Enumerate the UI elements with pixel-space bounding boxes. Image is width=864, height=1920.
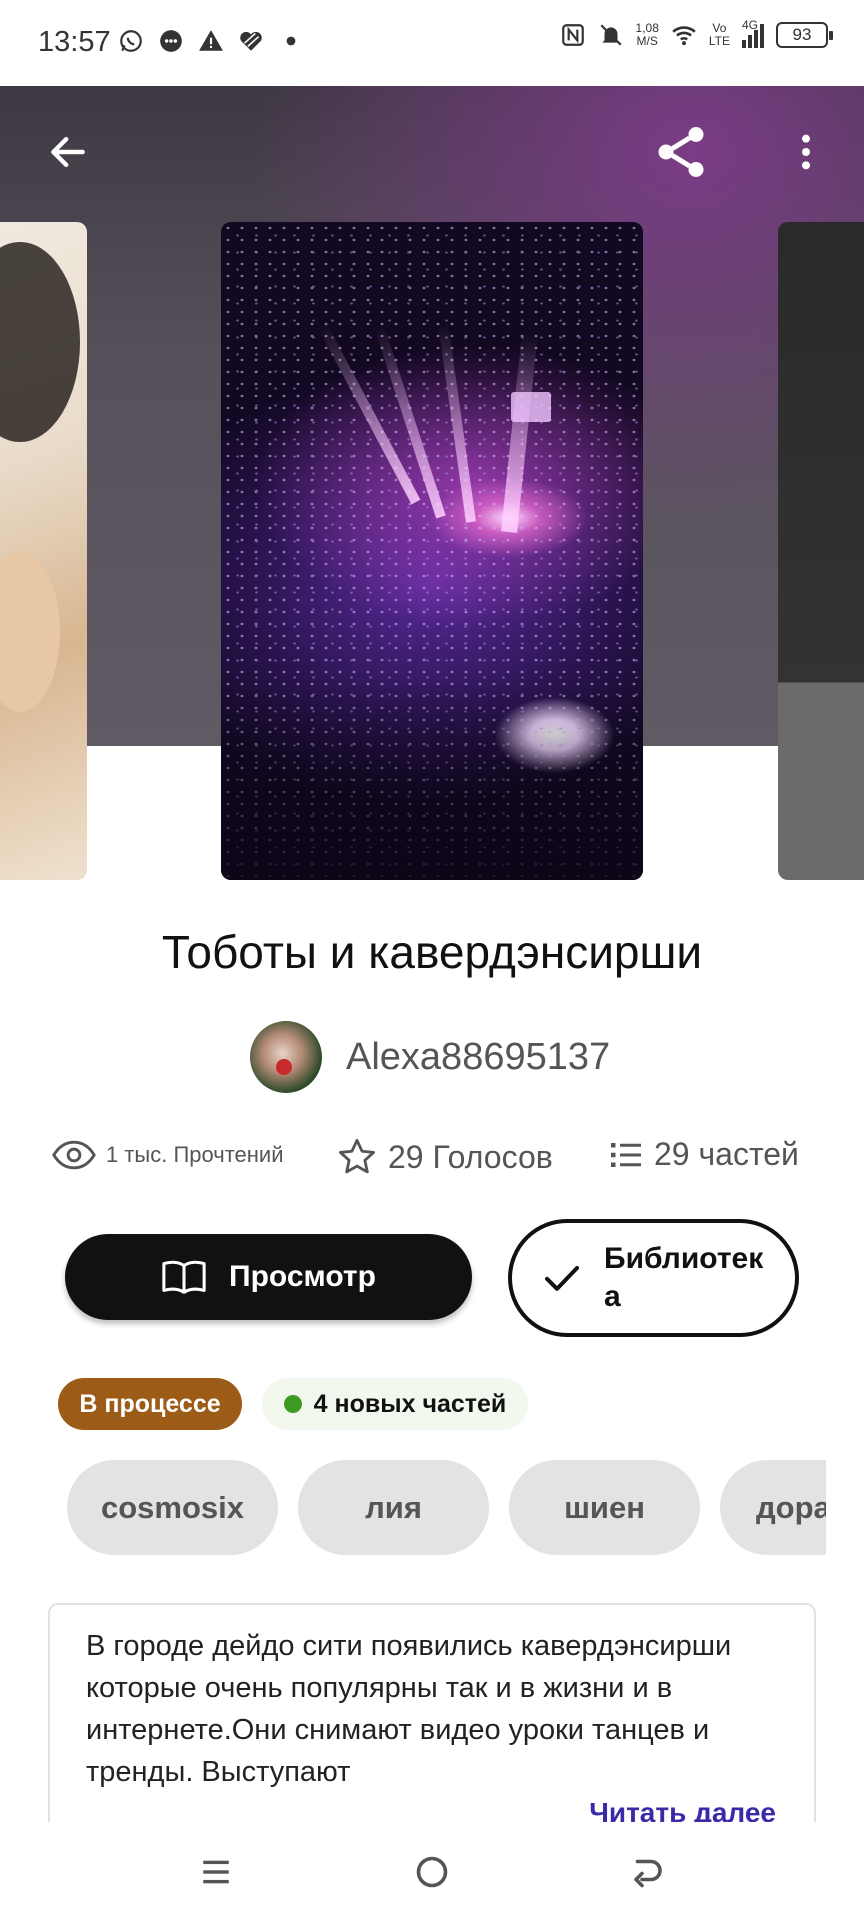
heart-app-icon	[240, 31, 262, 51]
cover-next[interactable]	[778, 222, 864, 880]
signal-icon: 4G	[742, 18, 764, 48]
volte-bottom: LTE	[708, 34, 730, 48]
tag-chip[interactable]: дора	[720, 1460, 826, 1555]
back-button[interactable]	[38, 122, 98, 182]
tag-chip[interactable]: шиен	[509, 1460, 700, 1555]
add-to-library-button[interactable]: Библиотека	[508, 1219, 799, 1337]
stat-reads: 1 тыс. Прочтений	[52, 1140, 284, 1170]
list-icon	[611, 1142, 641, 1167]
chat-icon	[160, 30, 182, 52]
stat-votes: 29 Голосов	[336, 1136, 553, 1178]
votes-count: 29 Голосов	[388, 1138, 553, 1175]
book-icon	[162, 1260, 206, 1294]
status-badge-label: В процессе	[79, 1389, 221, 1418]
status-bar: 13:57 1,08 M/S Vo LTE 4G 93	[0, 0, 864, 86]
menu-icon	[203, 1860, 229, 1884]
story-stats: 1 тыс. Прочтений 29 Голосов 29 частей	[0, 1136, 864, 1182]
status-time: 13:57	[38, 26, 111, 58]
recent-apps-button[interactable]	[196, 1852, 236, 1892]
cover-previous[interactable]	[0, 222, 87, 880]
battery-icon: 93	[776, 22, 833, 48]
author-link[interactable]: Alexa88695137	[250, 1021, 610, 1093]
signal-type: 4G	[742, 18, 759, 32]
library-button-label: Библиотека	[604, 1242, 764, 1313]
story-details-screen: 13:57 1,08 M/S Vo LTE 4G 93 Тоботы и кав…	[0, 0, 864, 1920]
back-icon	[634, 1859, 662, 1888]
network-speed: 1,08 M/S	[636, 22, 659, 48]
home-button[interactable]	[412, 1852, 452, 1892]
parts-count: 29 частей	[654, 1136, 799, 1172]
notification-icons	[118, 28, 304, 54]
more-vert-icon	[802, 134, 810, 170]
whatsapp-icon	[120, 30, 142, 52]
mute-icon	[599, 24, 622, 46]
share-button[interactable]	[651, 122, 711, 182]
system-icons: 1,08 M/S Vo LTE 4G 93	[560, 18, 833, 48]
read-button-label: Просмотр	[229, 1260, 376, 1293]
story-title: Тоботы и кавердэнсирши	[161, 926, 703, 978]
tag-chip[interactable]: cosmosix	[67, 1460, 278, 1555]
battery-level: 93	[792, 25, 812, 44]
back-arrow-icon	[51, 136, 85, 168]
new-dot-icon	[283, 1395, 302, 1413]
dot-icon	[286, 36, 296, 46]
status-badge: В процессе	[58, 1378, 242, 1430]
new-parts-label: 4 новых частей	[313, 1389, 507, 1418]
cover-current[interactable]	[221, 222, 643, 880]
author-name[interactable]: Alexa88695137	[346, 1036, 610, 1079]
back-nav-button[interactable]	[628, 1852, 668, 1892]
eye-icon	[52, 1140, 96, 1170]
check-icon	[545, 1266, 579, 1291]
description-text: В городе дейдо сити появились кавердэнси…	[86, 1630, 732, 1788]
reads-count: 1 тыс. Прочтений	[106, 1142, 284, 1167]
warning-icon	[199, 30, 223, 51]
volte-indicator: Vo LTE	[709, 22, 730, 48]
system-nav-bar	[0, 1822, 864, 1920]
more-options-button[interactable]	[776, 122, 836, 182]
home-circle-icon	[416, 1856, 448, 1888]
star-icon	[338, 1138, 376, 1174]
tag-list: cosmosix лия шиен дора	[67, 1460, 826, 1555]
stat-parts: 29 частей	[608, 1136, 799, 1173]
read-button[interactable]: Просмотр	[65, 1234, 472, 1320]
tag-chip[interactable]: лия	[298, 1460, 489, 1555]
network-speed-unit: M/S	[636, 34, 658, 48]
author-avatar[interactable]	[250, 1021, 322, 1093]
wifi-icon	[672, 26, 696, 46]
new-parts-badge: 4 новых частей	[262, 1378, 528, 1430]
share-icon	[658, 127, 704, 177]
nfc-icon	[561, 24, 584, 46]
story-description: В городе дейдо сити появились кавердэнси…	[48, 1603, 816, 1843]
